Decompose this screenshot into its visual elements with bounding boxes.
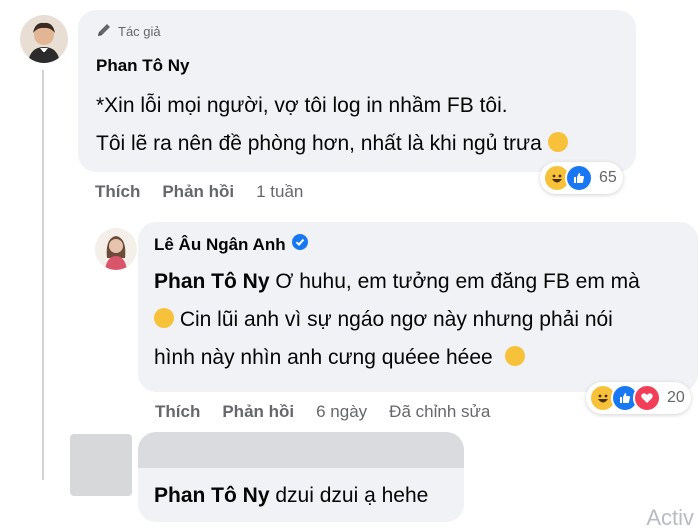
comment-text-line-2-content: Cin lũi anh vì sự ngáo ngơ này nhưng phả… <box>174 308 613 331</box>
comment-text-line-1: Phan Tô Ny Ơ huhu, em tưởng em đăng FB e… <box>154 264 640 300</box>
replier-avatar[interactable] <box>95 228 137 270</box>
comment-author-name[interactable]: Phan Tô Ny <box>96 56 190 76</box>
mention-link[interactable]: Phan Tô Ny <box>154 484 270 507</box>
comment-bubble-third: Phan Tô Ny dzui dzui ạ hehe <box>138 432 464 522</box>
reactions-summary[interactable]: 20 <box>586 382 691 414</box>
reaction-count: 65 <box>599 169 617 186</box>
comment-text-content: dzui dzui ạ hehe <box>269 484 429 507</box>
comment-bubble-reply: Lê Âu Ngân Anh Phan Tô Ny Ơ huhu, em tưở… <box>138 222 698 392</box>
reaction-count: 20 <box>667 389 685 406</box>
comment-author-name[interactable]: Lê Âu Ngân Anh <box>154 234 308 255</box>
author-avatar[interactable] <box>20 15 68 63</box>
grin-emoji-icon <box>504 346 525 367</box>
comment-actions: Thích Phản hồi 6 ngày Đã chỉnh sửa <box>155 402 490 422</box>
verified-badge-icon <box>291 234 308 255</box>
crying-emoji-icon <box>547 132 568 153</box>
reply-button[interactable]: Phản hồi <box>222 402 294 422</box>
author-badge: Tác giả <box>96 22 161 41</box>
comment-text-line-2-content: Tôi lẽ ra nên đề phòng hơn, nhất là khi … <box>96 132 542 155</box>
mention-link[interactable]: Phan Tô Ny <box>154 270 270 293</box>
comment-author-name-text: Lê Âu Ngân Anh <box>154 234 286 254</box>
comment-text-line-2: Cin lũi anh vì sự ngáo ngơ này nhưng phả… <box>154 302 613 338</box>
comment-text-line-1-content: Ơ huhu, em tưởng em đăng FB em mà <box>269 270 640 293</box>
reactions-summary[interactable]: 65 <box>540 162 623 194</box>
comment-text-line-3: hình này nhìn anh cưng quéee héee <box>154 340 525 376</box>
reply-button[interactable]: Phản hồi <box>162 182 234 202</box>
blurred-name <box>138 432 464 468</box>
comment-text-line-2: Tôi lẽ ra nên đề phòng hơn, nhất là khi … <box>96 126 568 162</box>
thread-connector <box>42 70 44 480</box>
edited-label[interactable]: Đã chỉnh sửa <box>389 402 490 422</box>
love-reaction-icon <box>633 384 661 412</box>
comment-actions: Thích Phản hồi 1 tuần <box>95 182 303 202</box>
avatar-photo <box>20 15 68 63</box>
avatar-photo <box>95 228 137 270</box>
comment-timestamp[interactable]: 6 ngày <box>316 402 367 422</box>
like-reaction-icon <box>565 164 593 192</box>
partial-action-text: Activ <box>646 505 694 530</box>
like-button[interactable]: Thích <box>95 182 140 202</box>
like-button[interactable]: Thích <box>155 402 200 422</box>
comment-text-line-1: *Xin lỗi mọi người, vợ tôi log in nhầm F… <box>96 94 508 117</box>
comment-timestamp[interactable]: 1 tuần <box>256 182 303 202</box>
pencil-icon <box>96 22 112 41</box>
author-badge-label: Tác giả <box>118 24 161 39</box>
comment-bubble-author: Tác giả Phan Tô Ny *Xin lỗi mọi người, v… <box>78 10 636 172</box>
blurred-avatar[interactable] <box>70 434 132 496</box>
comment-text-line-3-content: hình này nhìn anh cưng quéee héee <box>154 346 493 369</box>
sweat-emoji-icon <box>154 308 174 329</box>
comment-text: Phan Tô Ny dzui dzui ạ hehe <box>154 478 428 514</box>
